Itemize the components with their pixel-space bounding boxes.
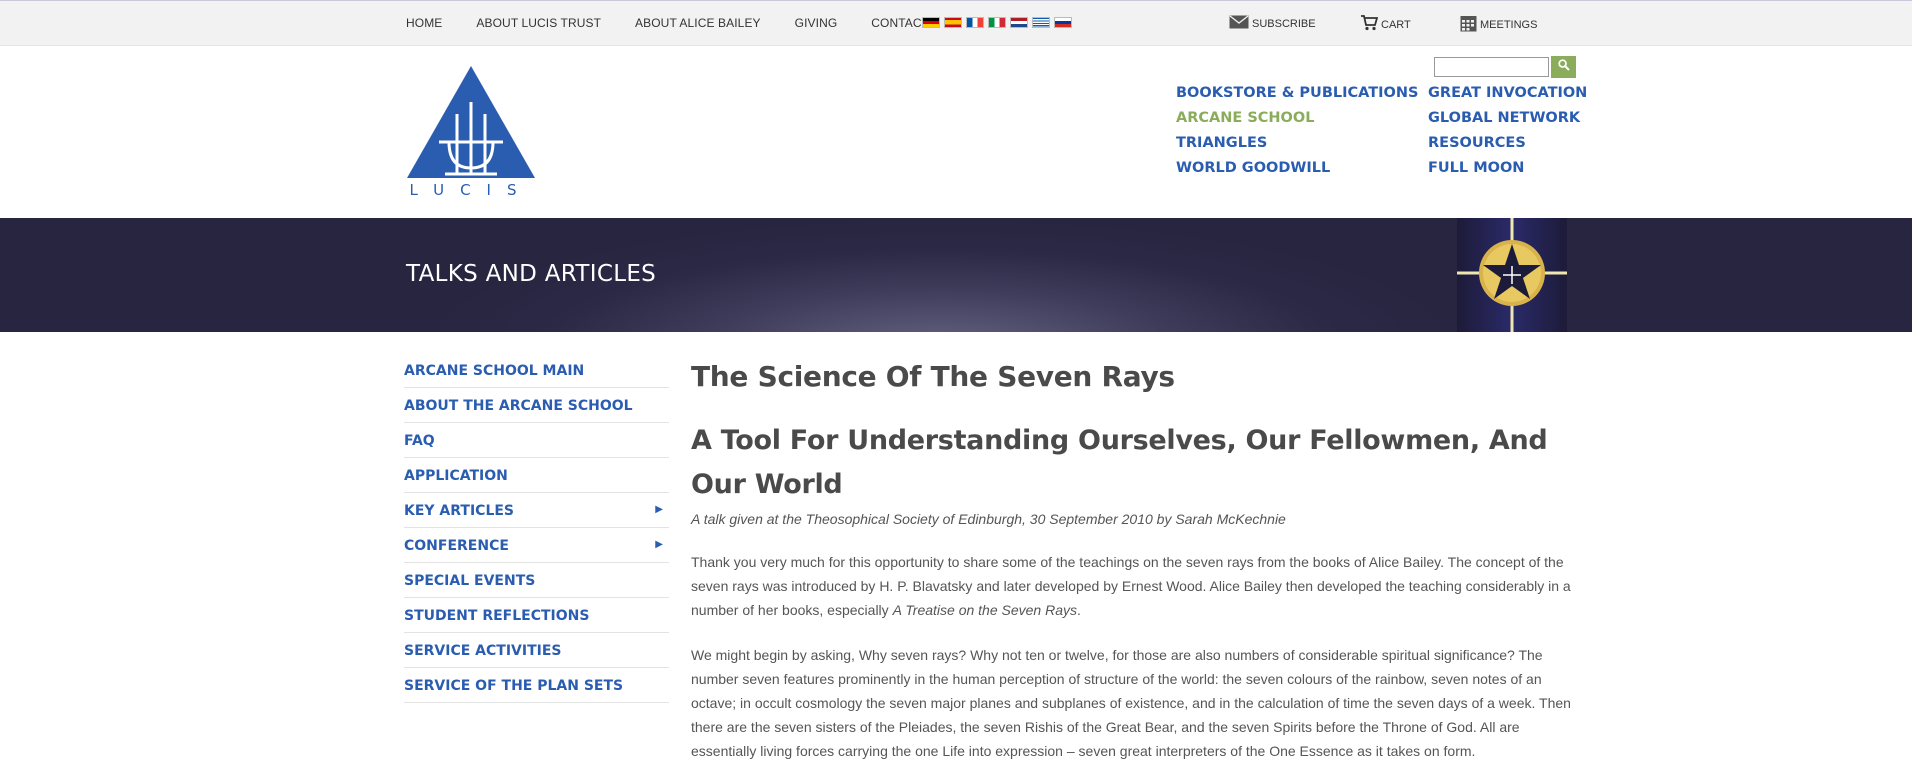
main-nav-full-moon[interactable]: FULL MOON — [1428, 159, 1587, 184]
sidebar-item-label: SPECIAL EVENTS — [404, 573, 536, 589]
top-nav-home[interactable]: HOME — [406, 16, 442, 30]
main-nav-column-2: GREAT INVOCATION GLOBAL NETWORK RESOURCE… — [1428, 84, 1587, 184]
sidebar-item-label: STUDENT REFLECTIONS — [404, 608, 590, 624]
article-byline: A talk given at the Theosophical Society… — [691, 511, 1286, 527]
lucis-logo[interactable]: LUCIS — [405, 64, 537, 199]
sidebar-item-key-articles[interactable]: KEY ARTICLES ▶ — [404, 493, 669, 528]
flag-dutch-icon[interactable] — [1010, 17, 1028, 28]
sidebar-item-label: SERVICE ACTIVITIES — [404, 643, 562, 659]
sidebar-item-label: ABOUT THE ARCANE SCHOOL — [404, 398, 633, 414]
banner-title: TALKS AND ARTICLES — [406, 261, 657, 287]
sidebar-item-arcane-school-main[interactable]: ARCANE SCHOOL MAIN — [404, 353, 669, 388]
flag-greek-icon[interactable] — [1032, 17, 1050, 28]
top-nav-about-lucis-trust[interactable]: ABOUT LUCIS TRUST — [476, 16, 601, 30]
cart-label: CART — [1381, 18, 1411, 31]
sidebar-item-conference[interactable]: CONFERENCE ▶ — [404, 528, 669, 563]
mail-icon — [1229, 15, 1249, 32]
flag-italian-icon[interactable] — [988, 17, 1006, 28]
chevron-right-icon[interactable]: ▶ — [655, 528, 663, 562]
book-title: A Treatise on the Seven Rays — [892, 602, 1077, 618]
flag-french-icon[interactable] — [966, 17, 984, 28]
article-paragraph-1: Thank you very much for this opportunity… — [691, 550, 1579, 622]
subscribe-label: SUBSCRIBE — [1252, 17, 1316, 30]
sidebar-item-about-the-arcane-school[interactable]: ABOUT THE ARCANE SCHOOL — [404, 388, 669, 423]
main-nav-resources[interactable]: RESOURCES — [1428, 134, 1587, 159]
meetings-label: MEETINGS — [1480, 19, 1538, 31]
sidebar-item-label: ARCANE SCHOOL MAIN — [404, 363, 585, 379]
flag-german-icon[interactable] — [922, 17, 940, 28]
sidebar-item-service-activities[interactable]: SERVICE ACTIVITIES — [404, 633, 669, 668]
main-nav-triangles[interactable]: TRIANGLES — [1176, 134, 1418, 159]
sidebar-item-faq[interactable]: FAQ — [404, 423, 669, 458]
main-nav-arcane-school[interactable]: ARCANE SCHOOL — [1176, 109, 1418, 134]
page-banner: TALKS AND ARTICLES — [0, 218, 1912, 332]
sidebar-item-service-of-the-plan-sets[interactable]: SERVICE OF THE PLAN SETS — [404, 668, 669, 703]
flag-spanish-icon[interactable] — [944, 17, 962, 28]
cart-icon — [1360, 15, 1379, 34]
chevron-right-icon[interactable]: ▶ — [655, 493, 663, 527]
article-subtitle: A Tool For Understanding Ourselves, Our … — [691, 425, 1548, 500]
page-title: The Science Of The Seven Rays — [691, 360, 1175, 393]
main-nav-global-network[interactable]: GLOBAL NETWORK — [1428, 109, 1587, 134]
sidebar-item-label: APPLICATION — [404, 468, 508, 484]
paragraph-1-text: Thank you very much for this opportunity… — [691, 554, 1571, 618]
top-nav-giving[interactable]: GIVING — [795, 16, 838, 30]
sidebar-item-label: SERVICE OF THE PLAN SETS — [404, 678, 624, 694]
flag-russian-icon[interactable] — [1054, 17, 1072, 28]
calendar-icon — [1460, 15, 1477, 35]
article-content: The Science Of The Seven Rays A Tool For… — [691, 355, 1579, 763]
top-utility-bar: HOME ABOUT LUCIS TRUST ABOUT ALICE BAILE… — [0, 0, 1912, 46]
sidebar-item-student-reflections[interactable]: STUDENT REFLECTIONS — [404, 598, 669, 633]
sidebar-nav: ARCANE SCHOOL MAIN ABOUT THE ARCANE SCHO… — [404, 353, 669, 703]
top-nav: HOME ABOUT LUCIS TRUST ABOUT ALICE BAILE… — [406, 16, 963, 30]
sidebar-item-label: CONFERENCE — [404, 538, 509, 554]
search-icon — [1557, 58, 1570, 76]
logo-text: LUCIS — [409, 181, 532, 198]
subscribe-link[interactable]: SUBSCRIBE — [1229, 15, 1316, 32]
paragraph-1-end: . — [1077, 602, 1081, 618]
meetings-link[interactable]: MEETINGS — [1460, 15, 1537, 35]
search-input[interactable] — [1434, 57, 1549, 77]
main-nav-great-invocation[interactable]: GREAT INVOCATION — [1428, 84, 1587, 109]
cart-link[interactable]: CART — [1360, 15, 1411, 34]
sidebar-item-label: KEY ARTICLES — [404, 503, 515, 519]
main-nav-world-goodwill[interactable]: WORLD GOODWILL — [1176, 159, 1418, 184]
article-paragraph-2: We might begin by asking, Why seven rays… — [691, 647, 1571, 759]
sidebar-item-label: FAQ — [404, 433, 435, 449]
search-button[interactable] — [1551, 56, 1576, 78]
top-nav-contact[interactable]: CONTACT — [871, 16, 929, 30]
sidebar-item-special-events[interactable]: SPECIAL EVENTS — [404, 563, 669, 598]
star-emblem-image — [1457, 218, 1567, 332]
main-nav-column-1: BOOKSTORE & PUBLICATIONS ARCANE SCHOOL T… — [1176, 84, 1418, 184]
language-flags — [922, 17, 1072, 28]
sidebar-item-application[interactable]: APPLICATION — [404, 458, 669, 493]
top-nav-about-alice-bailey[interactable]: ABOUT ALICE BAILEY — [635, 16, 761, 30]
main-nav-bookstore[interactable]: BOOKSTORE & PUBLICATIONS — [1176, 84, 1418, 109]
